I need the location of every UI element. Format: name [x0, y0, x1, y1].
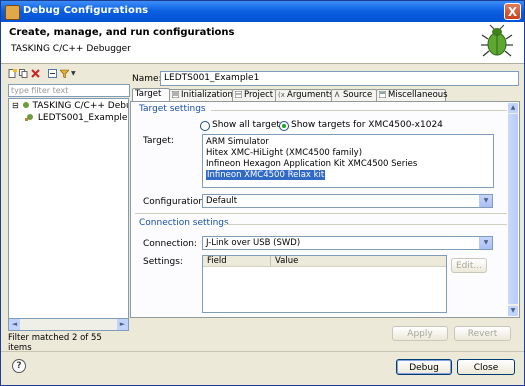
configuration-label: Configuration: — [143, 197, 208, 207]
tree-item-ledts001-example[interactable]: LEDTS001_Example — [25, 113, 127, 123]
arguments-tab-icon: (x) — [278, 91, 285, 98]
svg-text:(x): (x) — [278, 91, 285, 98]
target-option-selected[interactable]: Infineon XMC4500 Relax kit — [206, 170, 326, 180]
tab-label: Project — [244, 90, 274, 100]
apply-button[interactable]: Apply — [392, 326, 448, 341]
launch-config-icon — [25, 114, 33, 121]
target-tab-content: Target settings Show all targets Show ta… — [130, 101, 520, 318]
edit-button[interactable]: Edit... — [451, 258, 487, 273]
show-filtered-targets-radio[interactable] — [279, 121, 289, 131]
miscellaneous-tab-icon — [379, 91, 386, 98]
scroll-down-icon[interactable]: ▼ — [508, 306, 518, 316]
target-settings-title: Target settings — [139, 104, 206, 114]
configuration-value: Default — [206, 196, 238, 206]
connection-label: Connection: — [143, 239, 197, 249]
window-title: Debug Configurations — [23, 5, 149, 16]
group-separator — [225, 224, 507, 225]
target-list[interactable]: ARM Simulator Hitex XMC-HiLight (XMC4500… — [202, 134, 494, 188]
column-header-value[interactable]: Value — [271, 256, 446, 267]
show-filtered-targets-label: Show targets for XMC4500-x1024 — [291, 120, 443, 130]
tree-item-label: TASKING C/C++ Debu — [32, 101, 129, 111]
tab-vertical-scrollbar[interactable]: ▲ ▼ — [508, 103, 518, 316]
configuration-list-panel: ▼ type filter text ⊟ TASKING C/C++ Debu … — [6, 68, 130, 353]
name-field[interactable]: LEDTS001_Example1 — [160, 71, 519, 86]
config-toolbar: ▼ — [6, 68, 127, 82]
target-option[interactable]: Hitex XMC-HiLight (XMC4500 family) — [206, 148, 362, 158]
target-option[interactable]: ARM Simulator — [206, 137, 269, 147]
tab-target[interactable]: Target — [132, 88, 170, 101]
connection-value: J-Link over USB (SWD) — [206, 238, 301, 248]
bug-icon — [481, 24, 513, 57]
show-all-targets-label: Show all targets — [212, 120, 285, 130]
dropdown-arrow-icon[interactable]: ▼ — [479, 195, 492, 207]
project-tab-icon — [235, 91, 242, 98]
footer-separator — [1, 351, 524, 352]
delete-config-icon[interactable] — [31, 69, 40, 78]
group-separator — [211, 110, 507, 111]
tab-miscellaneous[interactable]: Miscellaneous — [376, 89, 448, 101]
help-icon[interactable]: ? — [12, 359, 26, 373]
configuration-tree: ⊟ TASKING C/C++ Debu LEDTS001_Example — [8, 98, 129, 319]
debug-configurations-window: Debug Configurations X Create, manage, a… — [0, 0, 525, 386]
target-label: Target: — [143, 136, 174, 146]
close-button[interactable]: Close — [457, 359, 515, 375]
settings-table[interactable]: Field Value — [202, 255, 447, 313]
duplicate-config-icon[interactable] — [19, 69, 28, 78]
show-all-targets-radio[interactable] — [200, 121, 210, 131]
target-option[interactable]: Infineon Hexagon Application Kit XMC4500… — [206, 159, 417, 169]
filter-menu-chevron-icon[interactable]: ▼ — [71, 69, 80, 78]
title-bar: Debug Configurations X — [1, 1, 524, 22]
tree-item-tasking-debugger[interactable]: ⊟ TASKING C/C++ Debu — [12, 101, 129, 111]
header-subtitle: TASKING C/C++ Debugger — [11, 44, 131, 54]
collapse-all-icon[interactable] — [48, 69, 57, 78]
expand-collapse-icon[interactable]: ⊟ — [12, 101, 19, 110]
app-icon — [5, 5, 20, 20]
dialog-header: Create, manage, and run configurations T… — [1, 22, 524, 64]
tab-arguments[interactable]: (x)Arguments — [275, 89, 334, 101]
debug-button[interactable]: Debug — [396, 359, 452, 375]
tree-item-label: LEDTS001_Example — [37, 113, 128, 123]
scroll-left-icon[interactable]: ◄ — [9, 319, 20, 330]
tab-label: Target — [135, 89, 162, 99]
tab-initialization[interactable]: Initialization — [169, 89, 233, 101]
tab-label: Miscellaneous — [388, 90, 448, 100]
initialization-tab-icon — [172, 91, 179, 98]
group-separator — [135, 213, 507, 214]
close-window-button[interactable]: X — [504, 3, 521, 20]
new-config-icon[interactable] — [8, 69, 17, 78]
source-tab-icon — [334, 91, 340, 98]
header-title: Create, manage, and run configurations — [9, 27, 235, 38]
tab-label: Initialization — [181, 90, 233, 100]
config-tabs: Target Initialization Project (x)Argumen… — [130, 88, 520, 101]
tab-label: Source — [343, 90, 373, 100]
scroll-thumb[interactable] — [508, 114, 518, 304]
column-header-field[interactable]: Field — [203, 256, 271, 267]
tab-source[interactable]: Source — [331, 89, 377, 101]
dropdown-arrow-icon[interactable]: ▼ — [479, 237, 492, 249]
settings-label: Settings: — [143, 257, 183, 267]
filter-status-text: Filter matched 2 of 55 items — [8, 333, 102, 353]
revert-button[interactable]: Revert — [454, 326, 511, 341]
tab-project[interactable]: Project — [232, 89, 276, 101]
tab-label: Arguments — [287, 90, 334, 100]
debug-type-icon — [22, 102, 29, 108]
radio-selected-dot — [282, 124, 286, 128]
configuration-editor-panel: Name: LEDTS001_Example1 Target Initializ… — [130, 68, 520, 348]
filter-icon[interactable] — [60, 69, 69, 78]
tree-horizontal-scrollbar[interactable]: ◄ ► — [8, 318, 129, 331]
scroll-right-icon[interactable]: ► — [117, 319, 128, 330]
filter-input[interactable]: type filter text — [8, 84, 130, 97]
configuration-select[interactable]: Default ▼ — [202, 194, 493, 208]
scroll-up-icon[interactable]: ▲ — [508, 103, 518, 113]
name-label: Name: — [132, 74, 162, 84]
connection-select[interactable]: J-Link over USB (SWD) ▼ — [202, 236, 493, 250]
connection-settings-title: Connection settings — [139, 218, 229, 228]
